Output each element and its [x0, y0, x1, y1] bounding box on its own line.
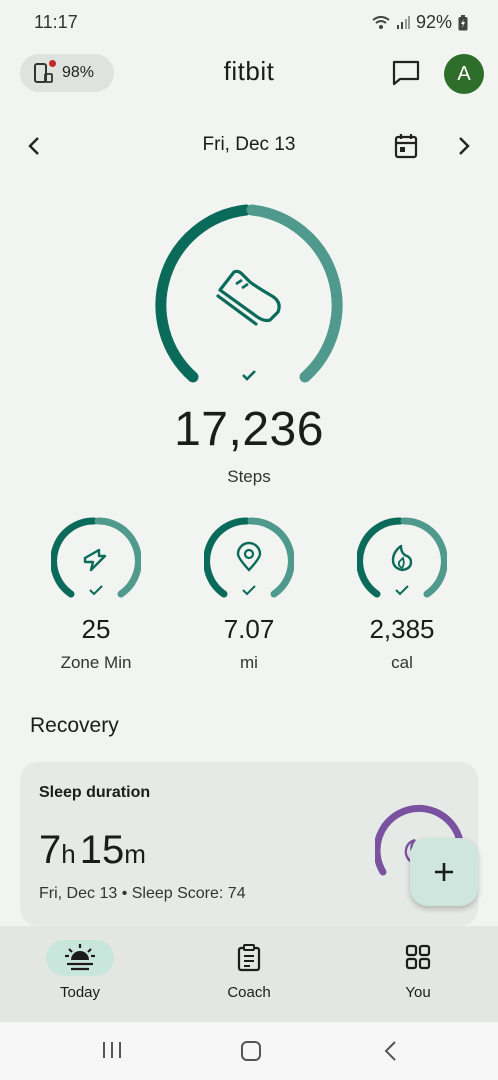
zone-minutes-ring	[51, 517, 141, 598]
sleep-hours: 7	[39, 828, 62, 872]
stat-label: mi	[240, 653, 258, 672]
stat-calories[interactable]: 2,385 cal	[327, 516, 477, 676]
app-header: 98% fitbit A	[0, 50, 498, 96]
calories-ring	[357, 517, 447, 598]
sleep-duration-value: 7h 15m	[39, 828, 150, 873]
stat-label: cal	[391, 653, 413, 672]
sleep-minutes-unit: m	[124, 839, 146, 869]
stat-value: 7.07	[223, 614, 275, 644]
steps-value: 17,236	[174, 403, 324, 456]
wifi-icon	[372, 15, 390, 29]
home-icon[interactable]	[240, 1040, 262, 1062]
recent-apps-icon[interactable]	[101, 1040, 123, 1060]
distance-ring	[204, 517, 294, 598]
signal-icon	[396, 15, 410, 29]
stat-value: 2,385	[369, 614, 435, 644]
nav-label: Today	[59, 984, 101, 1001]
nav-you[interactable]: You	[363, 940, 473, 1010]
steps-ring[interactable]	[148, 202, 350, 392]
plus-icon	[435, 863, 453, 881]
app-title: fitbit	[223, 56, 275, 86]
status-icons: 92%	[372, 12, 468, 33]
sleep-minutes: 15	[79, 828, 125, 872]
grid-icon	[405, 944, 431, 970]
nav-today[interactable]: Today	[35, 940, 145, 1010]
message-icon[interactable]	[392, 60, 420, 86]
stat-label: Zone Min	[60, 653, 132, 672]
status-time: 11:17	[34, 12, 78, 32]
steps-label: Steps	[227, 467, 271, 486]
date-label: Fri, Dec 13	[202, 134, 296, 155]
sleep-duration-card[interactable]: Sleep duration 7h 15m Fri, Dec 13 • Sleep…	[20, 762, 478, 926]
clipboard-icon	[237, 944, 261, 972]
back-icon[interactable]	[383, 1040, 399, 1062]
status-bar: 11:17 92%	[0, 0, 498, 44]
sleep-card-title: Sleep duration	[39, 784, 151, 801]
avatar[interactable]: A	[444, 54, 484, 94]
add-button[interactable]	[410, 838, 478, 906]
sleep-subtitle: Fri, Dec 13 • Sleep Score: 74	[39, 885, 246, 902]
stat-value: 25	[81, 614, 111, 644]
calendar-icon[interactable]	[394, 132, 418, 160]
location-pin-icon	[236, 541, 262, 572]
battery-charging-icon	[458, 14, 468, 30]
nav-label: Coach	[227, 984, 271, 1001]
date-navigation: Fri, Dec 13	[0, 128, 498, 164]
stat-distance[interactable]: 7.07 mi	[174, 516, 324, 676]
shoe-icon	[216, 269, 281, 326]
chevron-right-icon[interactable]	[454, 134, 474, 158]
system-navigation-bar	[0, 1022, 498, 1080]
bottom-navigation: Today Coach You	[0, 926, 498, 1022]
goal-check-icon	[242, 370, 256, 381]
zone-arrow-icon	[83, 548, 107, 572]
battery-percent: 92%	[415, 12, 452, 32]
sunrise-icon	[65, 944, 95, 971]
stat-zone-minutes[interactable]: 25 Zone Min	[21, 516, 171, 676]
nav-label: You	[405, 984, 431, 1001]
nav-coach[interactable]: Coach	[194, 940, 304, 1010]
flame-icon	[391, 544, 413, 572]
recovery-title: Recovery	[30, 714, 119, 737]
sleep-hours-unit: h	[61, 839, 76, 869]
